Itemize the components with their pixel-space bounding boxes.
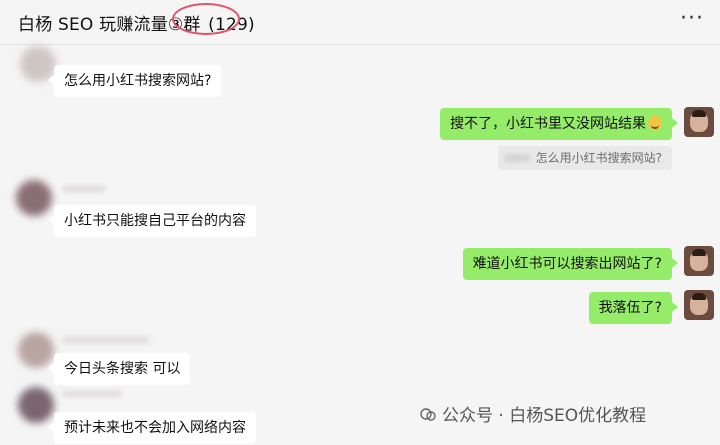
smile-emoji-icon <box>648 116 662 130</box>
message-bubble: 小红书只能搜自己平台的内容 <box>48 205 256 237</box>
quoted-text: 怎么用小红书搜索网站? <box>535 151 662 165</box>
avatar[interactable] <box>684 290 714 320</box>
avatar[interactable] <box>18 387 54 423</box>
message-bubble: 预计未来也不会加入网络内容 <box>48 412 256 444</box>
watermark-text: 公众号 · 白杨SEO优化教程 <box>442 406 647 426</box>
highlight-circle <box>172 3 240 35</box>
wechat-official-account-icon <box>420 408 436 421</box>
message-bubble: 搜不了，小红书里又没网站结果 <box>440 108 678 140</box>
message-bubble: 我落伍了? <box>588 292 679 324</box>
avatar-face <box>690 110 708 132</box>
avatar-face <box>690 293 708 315</box>
avatar[interactable] <box>684 246 714 276</box>
quoted-sender-name <box>503 154 530 162</box>
message-bubble: 难道小红书可以搜索出网站了? <box>462 248 679 280</box>
message-bubble: 怎么用小红书搜索网站? <box>47 65 222 97</box>
message-text: 搜不了，小红书里又没网站结果 <box>450 116 646 132</box>
watermark: 公众号 · 白杨SEO优化教程 <box>420 401 646 426</box>
chat-header: 白杨 SEO 玩赚流量③群 (129) ··· <box>0 0 720 45</box>
sender-name <box>62 390 122 398</box>
avatar-face <box>690 249 708 271</box>
message-bubble: 今日头条搜索 可以 <box>47 353 191 385</box>
avatar[interactable] <box>684 107 714 137</box>
more-options-button[interactable]: ··· <box>680 6 704 31</box>
quoted-message[interactable]: 怎么用小红书搜索网站? <box>497 146 672 170</box>
sender-name <box>62 336 150 344</box>
avatar[interactable] <box>16 180 52 216</box>
sender-name <box>62 185 106 193</box>
